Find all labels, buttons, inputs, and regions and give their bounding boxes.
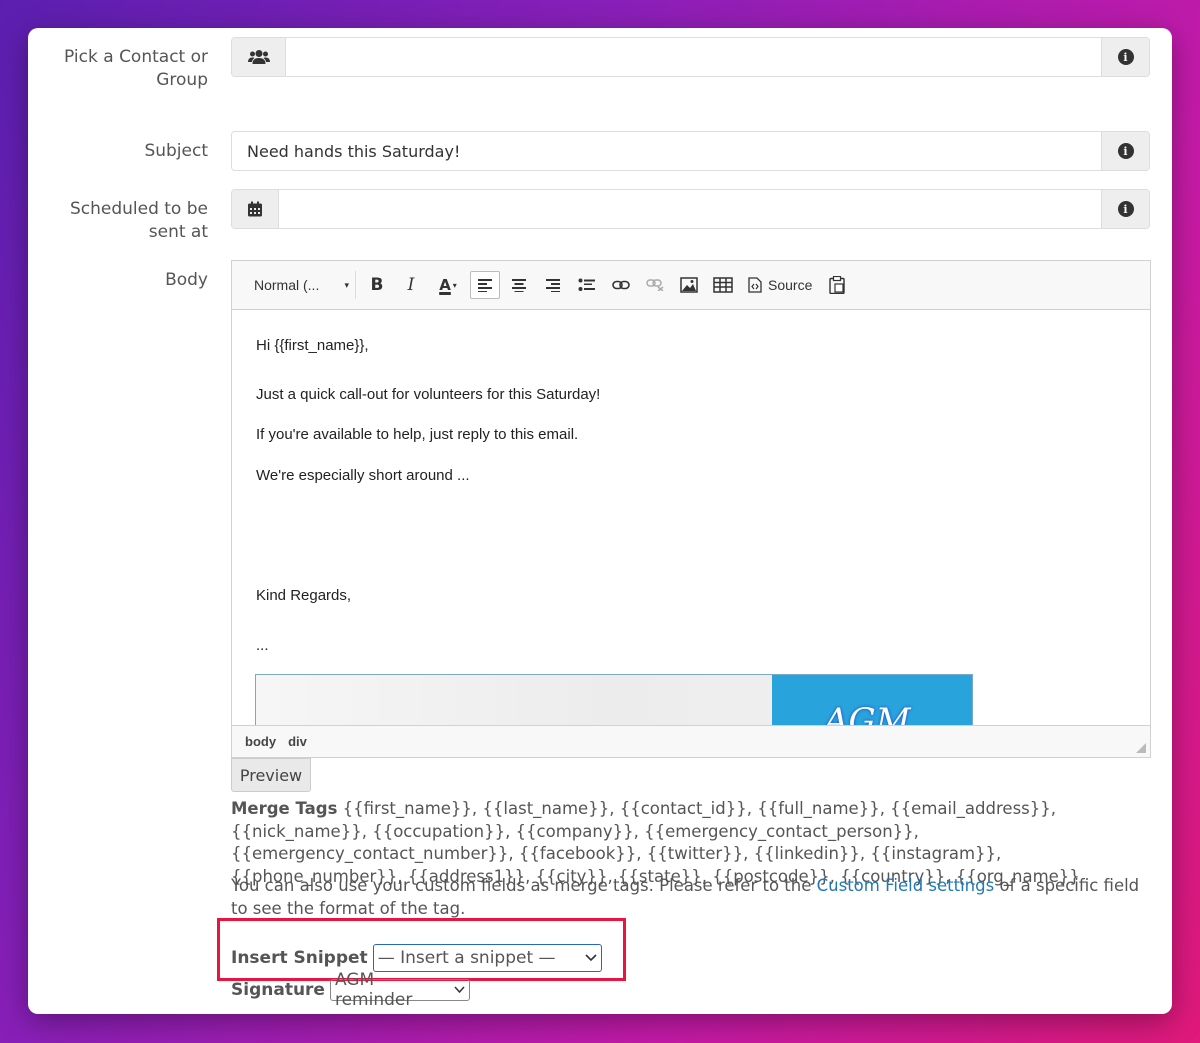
align-left-button[interactable]: [470, 271, 500, 299]
signature-row: Signature AGM reminder: [231, 970, 470, 1010]
info-icon: i: [1117, 49, 1134, 65]
source-button[interactable]: Source: [742, 271, 818, 299]
custom-field-settings-link[interactable]: Custom Field settings: [817, 876, 995, 895]
image-button[interactable]: [674, 271, 704, 299]
path-element[interactable]: div: [288, 734, 307, 749]
caret-down-icon: ▾: [452, 280, 457, 290]
subject-label: Subject: [144, 141, 208, 161]
banner-logo-text: AGM: [824, 701, 911, 726]
link-button[interactable]: [606, 271, 636, 299]
insert-snippet-row: Insert Snippet — Insert a snippet —: [231, 944, 602, 972]
table-button[interactable]: [708, 271, 738, 299]
image-icon: [680, 277, 698, 293]
unlink-icon: [646, 279, 664, 291]
editor-path-bar: body div: [232, 725, 1150, 757]
link-icon: [612, 280, 630, 290]
group-icon: [232, 38, 286, 76]
align-right-button[interactable]: [538, 271, 568, 299]
body-line: Kind Regards,: [256, 587, 352, 604]
scheduled-input[interactable]: [279, 190, 1101, 228]
bold-button[interactable]: B: [362, 271, 392, 299]
note-text: You can also use your custom fields as m…: [231, 876, 817, 895]
subject-info-button[interactable]: i: [1101, 132, 1149, 170]
source-label: Source: [768, 277, 813, 293]
paste-icon: [829, 276, 846, 294]
font-color-button[interactable]: A ▾: [430, 271, 466, 299]
rich-text-editor: Normal (... ▾ B I A ▾ Source Hi {{first_…: [231, 260, 1151, 758]
contact-info-button[interactable]: i: [1101, 38, 1149, 76]
paste-button[interactable]: [822, 271, 852, 299]
editor-content[interactable]: Hi {{first_name}}, Just a quick call-out…: [232, 310, 1150, 726]
path-element[interactable]: body: [245, 734, 276, 749]
custom-fields-note: You can also use your custom fields as m…: [231, 875, 1151, 920]
signature-label: Signature: [231, 980, 325, 1000]
contact-label: Pick a Contact or Group: [64, 47, 208, 90]
signature-selected: AGM reminder: [334, 970, 413, 1010]
align-left-icon: [478, 279, 492, 292]
scheduled-label: Scheduled to be sent at: [69, 199, 208, 242]
body-line: We're especially short around ...: [256, 467, 470, 484]
insert-snippet-select[interactable]: — Insert a snippet —: [372, 944, 602, 972]
format-label: Normal (...: [254, 277, 320, 293]
italic-button[interactable]: I: [396, 271, 426, 299]
subject-input[interactable]: Need hands this Saturday!: [232, 132, 1101, 170]
chevron-down-icon: [454, 986, 465, 994]
subject-field: Need hands this Saturday! i: [231, 131, 1150, 171]
body-line: Hi {{first_name}},: [256, 337, 369, 354]
editor-toolbar: Normal (... ▾ B I A ▾ Source: [232, 261, 1150, 310]
merge-tags-list: {{first_name}}, {{last_name}}, {{contact…: [231, 799, 1080, 886]
format-dropdown[interactable]: Normal (... ▾: [246, 271, 356, 299]
bulleted-list-button[interactable]: [572, 271, 602, 299]
info-icon: i: [1117, 201, 1134, 217]
source-icon: [748, 277, 762, 293]
email-compose-card: Pick a Contact or Group i Subject Need h…: [28, 28, 1172, 1014]
font-color-icon: A: [439, 276, 451, 294]
scheduled-info-button[interactable]: i: [1101, 190, 1149, 228]
scheduled-field: i: [231, 189, 1150, 229]
merge-tags-label: Merge Tags: [231, 799, 338, 818]
body-line: Just a quick call-out for volunteers for…: [256, 386, 601, 403]
align-center-icon: [512, 279, 526, 292]
chevron-down-icon: [585, 954, 597, 962]
table-icon: [713, 277, 733, 293]
embedded-banner-image[interactable]: AGM: [255, 674, 973, 726]
info-icon: i: [1117, 143, 1134, 159]
body-label: Body: [165, 270, 208, 290]
align-center-button[interactable]: [504, 271, 534, 299]
contact-field: i: [231, 37, 1150, 77]
bulleted-list-icon: [578, 278, 595, 291]
contact-input[interactable]: [286, 38, 1101, 76]
caret-down-icon: ▾: [344, 279, 349, 290]
body-line: ...: [256, 637, 269, 654]
insert-snippet-label: Insert Snippet: [231, 948, 368, 968]
calendar-icon[interactable]: [232, 190, 279, 228]
unlink-button[interactable]: [640, 271, 670, 299]
resize-handle-icon[interactable]: [1136, 743, 1146, 753]
snippet-selected: — Insert a snippet —: [377, 948, 556, 968]
body-line: If you're available to help, just reply …: [256, 426, 579, 443]
preview-button[interactable]: Preview: [231, 758, 311, 792]
align-right-icon: [546, 279, 560, 292]
banner-logo-area: AGM: [772, 675, 972, 726]
signature-select[interactable]: AGM reminder: [329, 970, 470, 1010]
